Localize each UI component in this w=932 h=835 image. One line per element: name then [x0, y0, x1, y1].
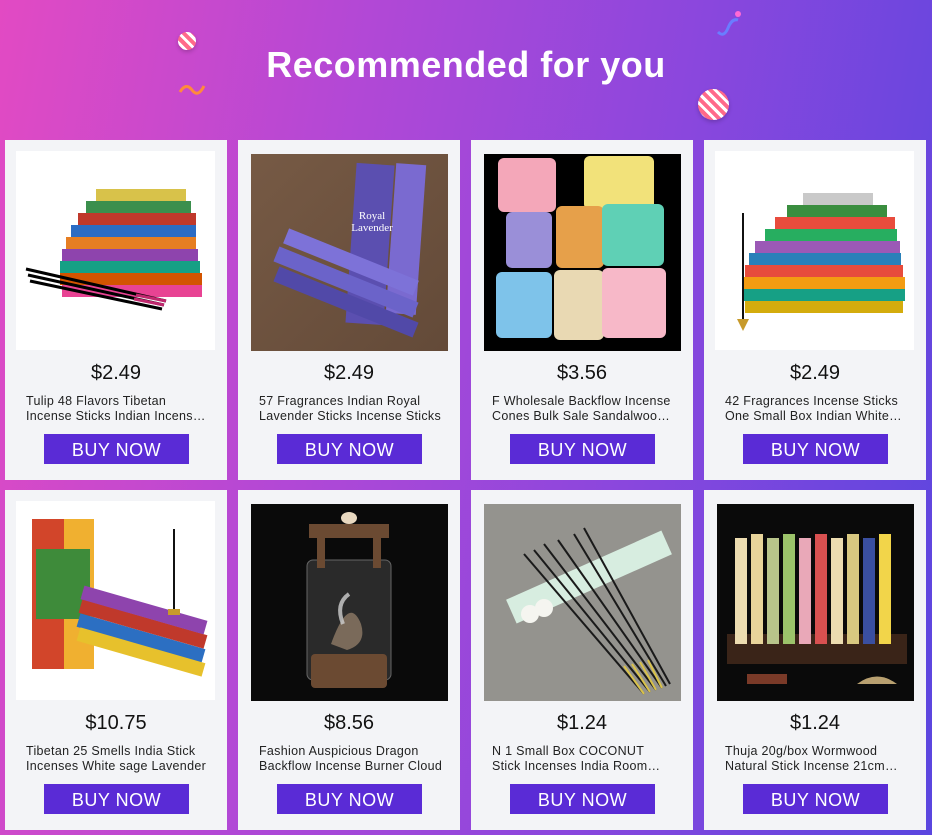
buy-now-button[interactable]: BUY NOW — [743, 434, 888, 464]
buy-now-button[interactable]: BUY NOW — [510, 784, 655, 814]
product-image[interactable] — [484, 504, 681, 701]
product-description[interactable]: N 1 Small Box COCONUT Stick Incenses Ind… — [492, 744, 676, 774]
product-card[interactable]: $1.24 N 1 Small Box COCONUT Stick Incens… — [471, 490, 693, 830]
product-description[interactable]: Fashion Auspicious Dragon Backflow Incen… — [259, 744, 443, 774]
buy-now-button[interactable]: BUY NOW — [277, 434, 422, 464]
product-card[interactable]: $1.24 Thuja 20g/box Wormwood Natural Sti… — [704, 490, 926, 830]
product-price: $3.56 — [556, 362, 608, 384]
product-image[interactable] — [715, 151, 914, 350]
product-card[interactable]: $8.56 Fashion Auspicious Dragon Backflow… — [238, 490, 460, 830]
product-image[interactable]: Royal Lavender — [251, 154, 448, 351]
product-description[interactable]: Tibetan 25 Smells India Stick Incenses W… — [26, 744, 210, 774]
product-price: $1.24 — [789, 712, 841, 734]
buy-now-button[interactable]: BUY NOW — [743, 784, 888, 814]
product-card[interactable]: $2.49 42 Fragrances Incense Sticks One S… — [704, 140, 926, 480]
product-price: $8.56 — [323, 712, 375, 734]
product-card[interactable]: Royal Lavender $2.49 57 Fragrances India… — [238, 140, 460, 480]
buy-now-button[interactable]: BUY NOW — [510, 434, 655, 464]
product-description[interactable]: Thuja 20g/box Wormwood Natural Stick Inc… — [725, 744, 909, 774]
product-price: $10.75 — [85, 712, 147, 734]
buy-now-button[interactable]: BUY NOW — [44, 784, 189, 814]
buy-now-button[interactable]: BUY NOW — [44, 434, 189, 464]
product-card[interactable]: $3.56 F Wholesale Backflow Incense Cones… — [471, 140, 693, 480]
buy-now-button[interactable]: BUY NOW — [277, 784, 422, 814]
confetti-streamer — [716, 11, 741, 36]
product-card[interactable]: $10.75 Tibetan 25 Smells India Stick Inc… — [5, 490, 227, 830]
product-price: $2.49 — [323, 362, 375, 384]
product-description[interactable]: 42 Fragrances Incense Sticks One Small B… — [725, 394, 909, 424]
product-description[interactable]: F Wholesale Backflow Incense Cones Bulk … — [492, 394, 676, 424]
confetti-ball — [698, 89, 729, 120]
product-description[interactable]: Tulip 48 Flavors Tibetan Incense Sticks … — [26, 394, 210, 424]
product-price: $2.49 — [90, 362, 142, 384]
product-price: $2.49 — [789, 362, 841, 384]
product-card[interactable]: $2.49 Tulip 48 Flavors Tibetan Incense S… — [5, 140, 227, 480]
product-image[interactable] — [717, 504, 914, 701]
product-price: $1.24 — [556, 712, 608, 734]
svg-text:Lavender: Lavender — [351, 222, 393, 234]
product-image[interactable] — [484, 154, 681, 351]
product-image[interactable] — [251, 504, 448, 701]
product-description[interactable]: 57 Fragrances Indian Royal Lavender Stic… — [259, 394, 443, 424]
svg-text:Royal: Royal — [359, 210, 385, 222]
product-image[interactable] — [16, 501, 215, 700]
product-image[interactable] — [16, 151, 215, 350]
page-title: Recommended for you — [266, 44, 666, 85]
